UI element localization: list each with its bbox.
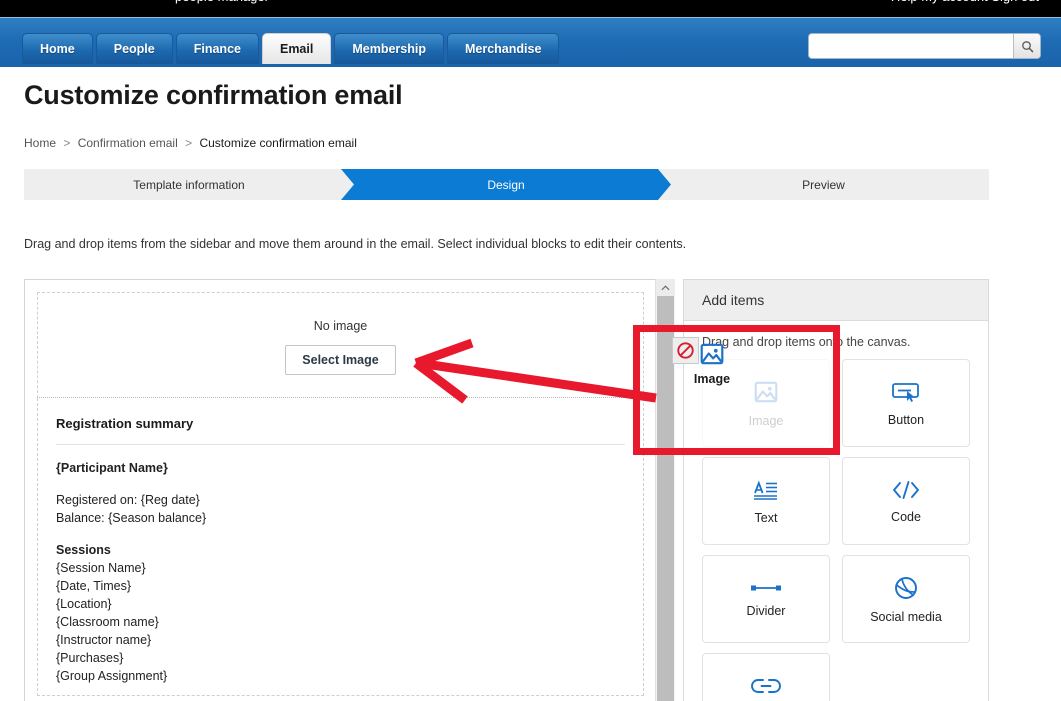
email-canvas-content: No image Select Image Registration summa… — [25, 280, 656, 701]
link-icon — [751, 678, 781, 693]
text-icon — [754, 479, 777, 500]
nav-tab-label: Merchandise — [464, 42, 542, 56]
nav-tab-merchandise[interactable]: Merchandise — [446, 33, 560, 64]
add-item-tile-label: Button — [887, 412, 925, 427]
scrollbar-thumb[interactable] — [657, 296, 674, 701]
nav-tab-membership[interactable]: Membership — [334, 33, 444, 64]
participant-name-token: {Participant Name} — [56, 461, 168, 475]
add-items-panel-header: Add items — [684, 280, 988, 321]
session-line: {Purchases} — [56, 651, 124, 665]
add-items-tiles: Image Button Text Code Divider Social me… — [684, 355, 988, 701]
add-item-tile-label: Image — [748, 413, 784, 428]
social-media-icon — [895, 576, 917, 599]
nav-tab-finance[interactable]: Finance — [175, 33, 259, 64]
nav-tab-label: Membership — [352, 42, 426, 56]
session-line: {Session Name} — [56, 561, 146, 575]
add-item-tile-button[interactable]: Button — [842, 359, 970, 447]
search-box — [808, 33, 1041, 59]
email-image-block[interactable]: No image Select Image — [37, 292, 644, 398]
breadcrumb-separator: > — [63, 136, 71, 150]
nav-tab-label: People — [113, 42, 155, 56]
add-item-tile-image[interactable]: Image — [702, 359, 830, 447]
divider — [56, 444, 625, 445]
wizard-step-design[interactable]: Design — [341, 169, 671, 200]
registration-summary-heading: Registration summary — [56, 416, 194, 431]
add-item-tile-label: Text — [754, 510, 778, 525]
breadcrumb-separator: > — [185, 136, 193, 150]
email-canvas: No image Select Image Registration summa… — [24, 279, 674, 701]
wizard-step-label: Preview — [802, 177, 845, 192]
wizard-step-label: Template information — [133, 177, 245, 192]
registered-on-line: Registered on: {Reg date} — [56, 493, 200, 507]
breadcrumb-item-confirmation-email[interactable]: Confirmation email — [78, 136, 178, 150]
session-line: {Date, Times} — [56, 579, 132, 593]
instructions-text: Drag and drop items from the sidebar and… — [24, 237, 687, 251]
add-item-tile-social-media[interactable]: Social media — [842, 555, 970, 643]
wizard-step-label: Design — [487, 177, 525, 192]
add-item-tile-label: Divider — [746, 603, 786, 618]
breadcrumb-item-current: Customize confirmation email — [199, 136, 357, 150]
nav-tab-email[interactable]: Email — [261, 33, 332, 64]
add-items-hint: Drag and drop items onto the canvas. — [702, 335, 911, 349]
divider-icon — [751, 585, 781, 590]
add-item-tile-label: Social media — [870, 609, 942, 624]
no-image-label: No image — [313, 319, 368, 333]
top-bar-left-text: people manager — [175, 0, 269, 8]
nav-tabs: Home People Finance Email Membership Mer… — [22, 33, 560, 64]
select-image-button[interactable]: Select Image — [285, 345, 396, 375]
code-icon — [893, 480, 919, 499]
add-item-tile-text[interactable]: Text — [702, 457, 830, 545]
top-bar-right-text: Help My account Sign out — [891, 0, 1039, 8]
main-nav-bar: Home People Finance Email Membership Mer… — [0, 17, 1061, 67]
wizard-step-preview[interactable]: Preview — [658, 169, 989, 200]
chevron-up-icon — [661, 284, 670, 290]
screen: people manager Help My account Sign out … — [0, 0, 1061, 701]
scroll-up-button[interactable] — [656, 279, 675, 296]
nav-tab-label: Finance — [193, 42, 241, 56]
browser-top-bar: people manager Help My account Sign out — [0, 0, 1061, 17]
session-line: {Instructor name} — [56, 633, 152, 647]
add-item-tile-code[interactable]: Code — [842, 457, 970, 545]
nav-tab-people[interactable]: People — [95, 33, 173, 64]
email-text-block[interactable]: Registration summary {Participant Name} … — [37, 398, 644, 696]
balance-line: Balance: {Season balance} — [56, 511, 207, 525]
add-items-title: Add items — [702, 292, 765, 308]
registration-summary-body: {Participant Name} Registered on: {Reg d… — [56, 459, 625, 685]
page-title: Customize confirmation email — [24, 80, 403, 110]
canvas-scrollbar[interactable] — [655, 279, 675, 701]
search-input[interactable] — [809, 34, 1013, 58]
add-item-tile-divider[interactable]: Divider — [702, 555, 830, 643]
wizard-step-template-information[interactable]: Template information — [24, 169, 367, 200]
add-item-tile-label: Code — [891, 509, 921, 524]
session-line: {Group Assignment} — [56, 669, 168, 683]
image-icon — [754, 381, 778, 402]
session-line: {Location} — [56, 597, 112, 611]
add-item-tile-document-links[interactable]: Document links — [702, 653, 830, 701]
search-button[interactable] — [1013, 34, 1040, 58]
breadcrumb: Home > Confirmation email > Customize co… — [24, 136, 357, 150]
search-icon — [1021, 40, 1033, 52]
nav-tab-label: Email — [279, 42, 314, 56]
breadcrumb-item-home[interactable]: Home — [24, 136, 56, 150]
session-line: {Classroom name} — [56, 615, 159, 629]
sessions-heading: Sessions — [56, 543, 111, 557]
button-icon — [892, 382, 919, 402]
wizard-steps: Template information Design Preview — [24, 169, 989, 200]
nav-tab-label: Home — [40, 42, 75, 56]
nav-tab-home[interactable]: Home — [22, 33, 93, 64]
add-items-panel: Add items Drag and drop items onto the c… — [683, 279, 989, 701]
